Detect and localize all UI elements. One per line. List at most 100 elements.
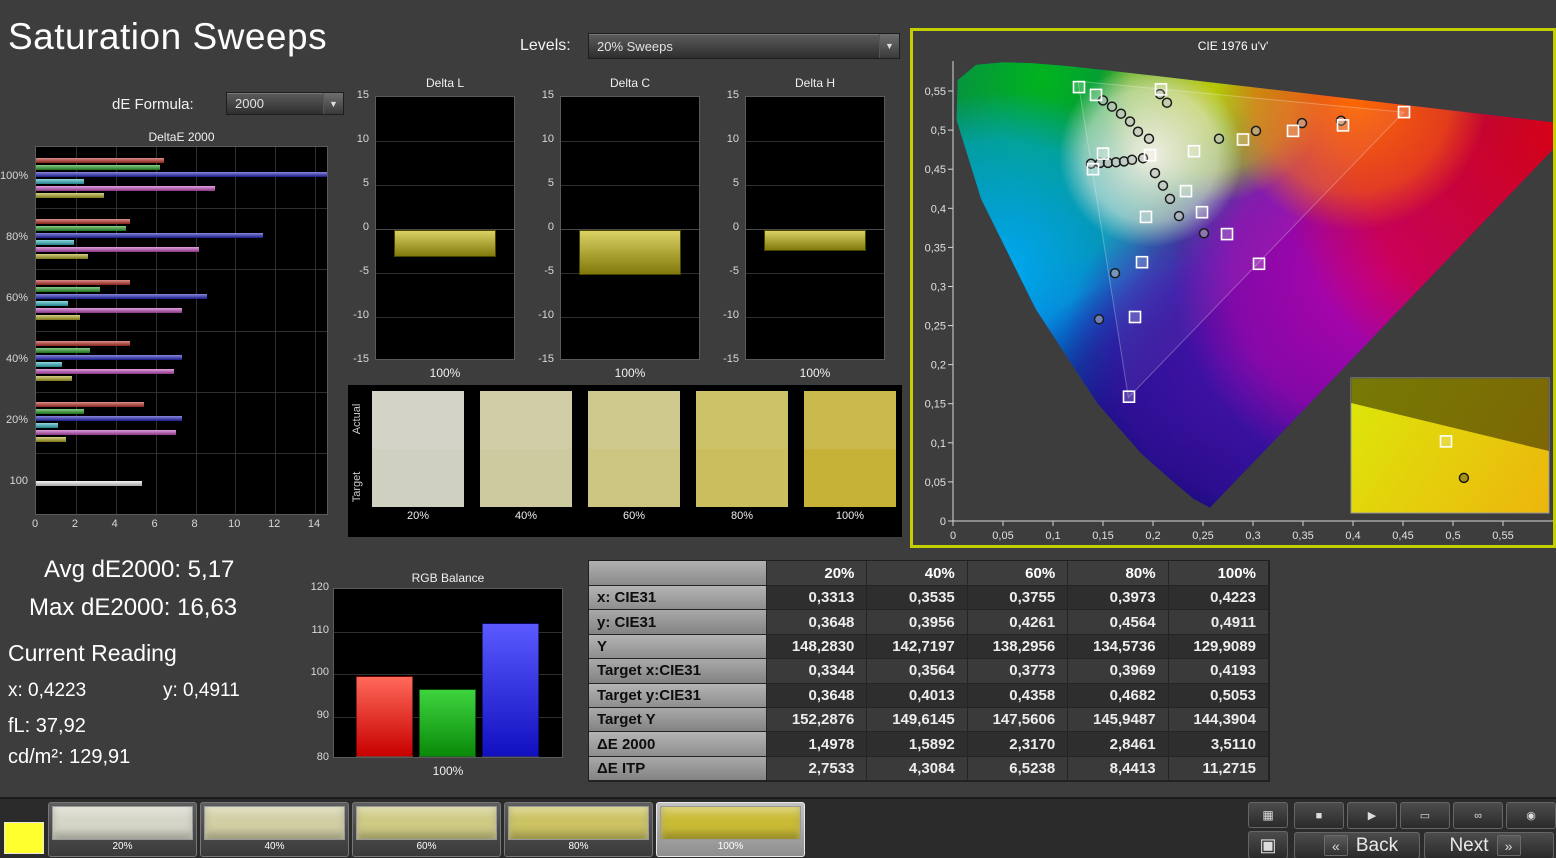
svg-text:0,5: 0,5	[931, 125, 946, 137]
table-cell: 149,6145	[867, 707, 968, 733]
play-button[interactable]: ▶	[1347, 802, 1397, 829]
table-cell: 0,3313	[767, 586, 868, 611]
delta-chart-x-label: 100%	[429, 366, 461, 380]
continuous-button[interactable]: ∞	[1453, 802, 1503, 829]
frame-button[interactable]: ▭	[1400, 802, 1450, 829]
deltae-bar	[36, 239, 74, 245]
gridline	[746, 273, 884, 274]
target-row-label: Target	[351, 471, 363, 503]
level-swatch-40%[interactable]: 40%	[200, 802, 349, 857]
deltae-bar	[36, 246, 200, 252]
pattern-window-button[interactable]: ▣	[1248, 831, 1288, 858]
axis-tick-label: 15	[541, 89, 554, 101]
pattern-grid-button[interactable]: ▦	[1248, 802, 1288, 828]
table-cell: 0,5053	[1168, 683, 1269, 708]
axis-tick-label: 5	[732, 177, 739, 189]
table-cell: 0,4261	[967, 610, 1069, 635]
table-cell: 145,9487	[1068, 707, 1169, 733]
table-cell: 0,3648	[767, 683, 868, 708]
table-header-cell: 100%	[1168, 561, 1269, 586]
svg-text:0,35: 0,35	[925, 242, 946, 254]
level-swatch-100%[interactable]: 100%	[656, 802, 805, 857]
back-button[interactable]: « Back	[1294, 832, 1420, 858]
table-cell: 134,5736	[1068, 634, 1169, 660]
level-swatch-20%[interactable]: 20%	[48, 802, 197, 857]
swatch-label: 20%	[112, 841, 133, 852]
gridline	[376, 185, 514, 186]
table-cell: 144,3904	[1168, 707, 1269, 733]
deltae-bar	[36, 157, 164, 163]
cie-chart: 0 0,05 0,1 0,15 0,2 0,25 0,3 0,35 0,4 0,45 0,5 0,55…	[913, 31, 1553, 545]
svg-text:0,35: 0,35	[1292, 530, 1313, 542]
swatch-color	[660, 806, 801, 840]
cie-diagram-panel: 0 0,05 0,1 0,15 0,2 0,25 0,3 0,35 0,4 0,45 0,5 0,55…	[910, 28, 1556, 548]
gridline	[36, 452, 327, 454]
comparison-swatch: 100%	[804, 391, 896, 533]
deltae-bar	[36, 253, 88, 259]
transport-buttons: ■ ▶ ▭ ∞ ◉	[1294, 802, 1556, 829]
actual-swatch	[696, 391, 788, 449]
delta-chart-title: Delta C	[609, 76, 650, 90]
gridline	[36, 269, 327, 271]
chevron-down-icon: ▼	[879, 34, 899, 58]
delta-chart-plot	[375, 96, 515, 360]
de-formula-value: 2000	[235, 96, 264, 111]
red-bar	[356, 676, 413, 757]
svg-text:0,1: 0,1	[1045, 530, 1060, 542]
record-button[interactable]: ◉	[1506, 802, 1556, 829]
deltae-bar	[36, 355, 182, 361]
target-swatch	[588, 449, 680, 507]
levels-dropdown[interactable]: 20% Sweeps ▼	[588, 33, 900, 59]
table-cell: 0,3956	[867, 610, 968, 635]
comparison-swatch: 80%	[696, 391, 788, 533]
svg-text:0,15: 0,15	[925, 399, 946, 411]
de-formula-dropdown[interactable]: 2000 ▼	[226, 92, 344, 115]
avg-de2000-reading: Avg dE2000: 5,17	[44, 556, 235, 583]
deltae-bar	[36, 423, 58, 429]
next-button[interactable]: Next »	[1424, 832, 1554, 858]
stop-button[interactable]: ■	[1294, 802, 1344, 829]
comparison-swatch: 60%	[588, 391, 680, 533]
blue-bar	[482, 623, 539, 757]
deltae-bar	[36, 480, 142, 486]
axis-tick-label: 90	[316, 708, 329, 721]
table-header-cell: 60%	[967, 561, 1069, 586]
deltae-bar	[36, 376, 72, 382]
level-swatch-80%[interactable]: 80%	[504, 802, 653, 857]
gridline	[561, 185, 699, 186]
table-header-cell: 40%	[867, 561, 968, 586]
axis-tick-label: 80	[316, 751, 329, 763]
axis-tick-label: -5	[359, 265, 369, 277]
axis-tick-label: 0	[362, 221, 369, 233]
level-swatch-60%[interactable]: 60%	[352, 802, 501, 857]
axis-tick-label: 60%	[5, 291, 28, 304]
axis-tick-label: -5	[544, 265, 554, 277]
de-formula-label: dE Formula:	[112, 96, 194, 113]
deltae-bar	[36, 430, 176, 436]
comparison-swatch: 40%	[480, 391, 572, 533]
deltae-bar	[36, 341, 130, 347]
swatch-color	[508, 806, 649, 840]
swatch-label: 40%	[264, 841, 285, 852]
delta-bar	[394, 230, 496, 258]
actual-target-strip: Actual Target 20% 40% 60% 80% 100%	[348, 385, 902, 537]
levels-label: Levels:	[520, 37, 571, 54]
table-cell: 3,5110	[1168, 732, 1269, 757]
gridline	[376, 273, 514, 274]
table-cell: 0,3969	[1068, 659, 1169, 684]
axis-tick-label: 10	[228, 518, 241, 530]
axis-tick-label: 5	[362, 177, 369, 189]
table-cell: 1,5892	[867, 732, 968, 757]
axis-tick-label: -5	[729, 265, 739, 277]
rgb-balance-title: RGB Balance	[411, 571, 485, 585]
svg-text:0,5: 0,5	[1445, 530, 1460, 542]
table-cell: 148,2830	[767, 634, 868, 660]
axis-tick-label: 4	[111, 518, 118, 530]
table-cell: 6,5238	[967, 756, 1069, 782]
svg-text:0,55: 0,55	[925, 86, 946, 98]
gridline	[746, 185, 884, 186]
swatch-color	[356, 806, 497, 840]
table-cell: 0,3564	[867, 659, 968, 684]
table-cell: 4,3084	[867, 756, 968, 782]
deltae-bar	[36, 225, 126, 231]
